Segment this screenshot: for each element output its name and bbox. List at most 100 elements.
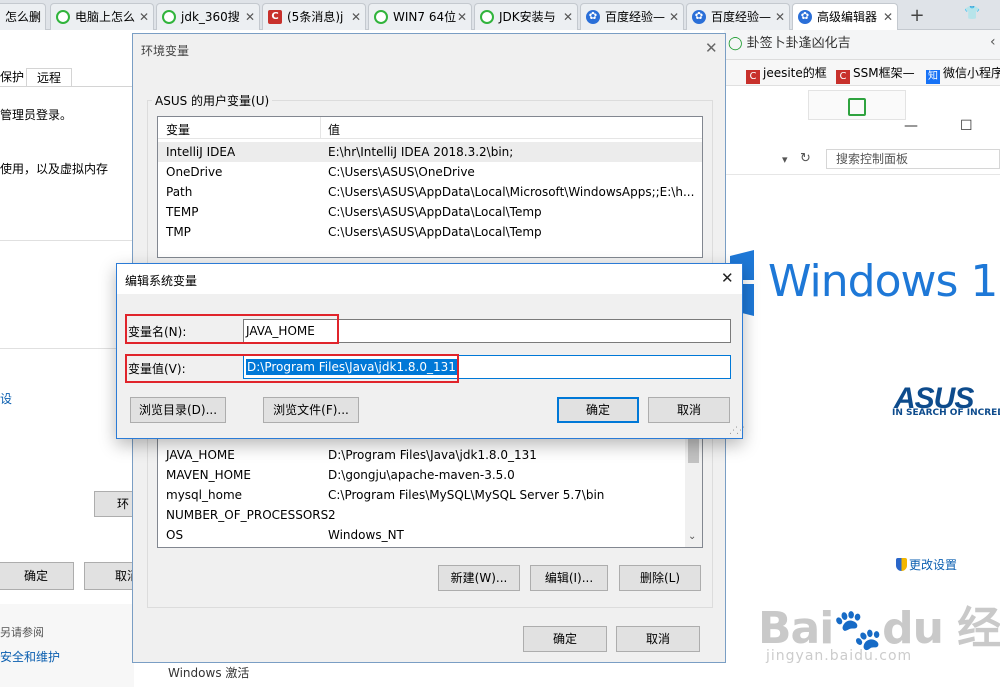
column-header-value[interactable]: 值 — [328, 121, 340, 138]
variable-value: C:\Users\ASUS\AppData\Local\Temp — [328, 225, 542, 239]
close-icon[interactable]: ✕ — [669, 4, 679, 30]
new-tab-button[interactable]: + — [902, 5, 932, 27]
bookmark-item[interactable]: Cjeesite的框 — [746, 64, 827, 84]
tab-label: 百度经验— — [605, 10, 666, 24]
address-value: 卦签卜卦逢凶化吉 — [746, 36, 851, 51]
settings-link[interactable]: 设 — [0, 390, 12, 407]
user-variables-list[interactable]: 变量 值 IntelliJ IDEA E:\hr\IntelliJ IDEA 2… — [157, 116, 703, 258]
table-row[interactable]: OneDrive C:\Users\ASUS\OneDrive — [158, 162, 702, 182]
browser-tab[interactable]: 怎么删 ✕ — [0, 3, 46, 30]
cancel-button[interactable]: 取消 — [84, 562, 134, 590]
bookmark-item[interactable]: 知微信小程序 — [926, 64, 1000, 84]
variable-name: NUMBER_OF_PROCESSORS — [166, 508, 329, 522]
resize-grip-icon[interactable]: ⋰⋰ — [729, 426, 745, 436]
tab-remote[interactable]: 远程 — [26, 68, 73, 86]
tab-label: JDK安装与 — [499, 10, 556, 24]
baidu-watermark: Bai🐾du 经验 — [758, 603, 1000, 654]
csdn-icon: C — [746, 70, 760, 84]
table-row[interactable]: OS Windows_NT — [158, 525, 702, 545]
edit-variable-button[interactable]: 编辑(I)... — [530, 565, 608, 591]
close-icon[interactable]: ✕ — [775, 4, 785, 30]
browser-tab[interactable]: JDK安装与 ✕ — [474, 3, 578, 30]
variable-name: TEMP — [166, 205, 199, 219]
close-icon[interactable]: ✕ — [705, 39, 718, 57]
new-variable-button[interactable]: 新建(W)... — [438, 565, 520, 591]
table-row[interactable]: mysql_home C:\Program Files\MySQL\MySQL … — [158, 485, 702, 505]
windows-brand-text: Windows 10 — [768, 256, 1000, 307]
browser-tab[interactable]: WIN7 64位 ✕ — [368, 3, 472, 30]
browser-tab[interactable]: 电脑上怎么 ✕ — [50, 3, 154, 30]
minimize-icon[interactable]: — — [904, 118, 918, 134]
variable-name: OneDrive — [166, 165, 223, 179]
close-icon[interactable]: ✕ — [351, 4, 361, 30]
table-row[interactable]: TMP C:\Users\ASUS\AppData\Local\Temp — [158, 222, 702, 242]
browser-tab[interactable]: ✿ 百度经验— ✕ — [580, 3, 684, 30]
table-row[interactable]: NUMBER_OF_PROCESSORS 2 — [158, 505, 702, 525]
chevron-down-icon[interactable]: ⌄ — [688, 531, 696, 542]
delete-variable-button[interactable]: 删除(L) — [619, 565, 701, 591]
close-icon[interactable]: ✕ — [139, 4, 149, 30]
scrollbar[interactable]: ⌄ — [685, 431, 702, 547]
address-text[interactable]: ◯ 卦签卜卦逢凶化吉 — [728, 32, 851, 51]
variable-value: C:\Users\ASUS\OneDrive — [328, 165, 475, 179]
browser-tab[interactable]: jdk_360搜 ✕ — [156, 3, 260, 30]
divider — [0, 240, 132, 241]
baidu-watermark-url: jingyan.baidu.com — [766, 648, 913, 664]
table-row[interactable]: Path C:\Users\ASUS\AppData\Local\Microso… — [158, 182, 702, 202]
refresh-icon[interactable]: ↻ — [800, 151, 811, 166]
close-icon[interactable]: ✕ — [721, 269, 734, 287]
variable-name: IntelliJ IDEA — [166, 145, 236, 159]
table-row[interactable]: MAVEN_HOME D:\gongju\apache-maven-3.5.0 — [158, 465, 702, 485]
cancel-button[interactable]: 取消 — [648, 397, 730, 423]
csdn-icon: C — [836, 70, 850, 84]
table-row[interactable]: IntelliJ IDEA E:\hr\IntelliJ IDEA 2018.3… — [158, 142, 702, 162]
variable-value: 2 — [328, 508, 336, 522]
dialog-titlebar[interactable] — [117, 264, 742, 294]
column-divider[interactable] — [320, 117, 321, 139]
360-browser-icon — [480, 10, 494, 24]
table-row[interactable]: TEMP C:\Users\ASUS\AppData\Local\Temp — [158, 202, 702, 222]
ok-button[interactable]: 确定 — [0, 562, 74, 590]
oem-tagline: IN SEARCH OF INCREDIBLE — [892, 408, 1000, 418]
browse-file-button[interactable]: 浏览文件(F)... — [263, 397, 359, 423]
ok-button[interactable]: 确定 — [557, 397, 639, 423]
cancel-button[interactable]: 取消 — [616, 626, 700, 652]
close-icon[interactable]: ✕ — [883, 4, 893, 30]
maximize-icon[interactable]: ☐ — [960, 118, 973, 134]
chevron-icon[interactable]: ‹ — [990, 34, 996, 50]
browser-tab[interactable]: C (5条消息)j ✕ — [262, 3, 366, 30]
variable-name: mysql_home — [166, 488, 243, 502]
skin-icon[interactable]: 👕 — [964, 6, 980, 21]
close-icon[interactable]: ✕ — [457, 4, 467, 30]
baidu-paw-icon: ✿ — [586, 10, 600, 24]
baidu-paw-icon: ✿ — [692, 10, 706, 24]
see-also-panel — [0, 604, 134, 687]
table-row[interactable]: JAVA_HOME D:\Program Files\Java\jdk1.8.0… — [158, 445, 702, 465]
close-icon[interactable]: ✕ — [245, 4, 255, 30]
environment-variables-button[interactable]: 环 — [94, 491, 134, 517]
search-input[interactable]: 搜索控制面板 — [826, 149, 1000, 169]
usage-note: 使用，以及虚拟内存 — [0, 162, 109, 176]
security-link[interactable]: 安全和维护 — [0, 648, 60, 665]
ok-button[interactable]: 确定 — [523, 626, 607, 652]
scrollbar-thumb[interactable] — [688, 437, 699, 463]
uac-shield-icon — [896, 558, 907, 571]
csdn-icon: C — [268, 10, 282, 24]
windows-activation-link[interactable]: Windows 激活 — [168, 664, 249, 681]
browser-tab-active[interactable]: ✿ 高级编辑器 ✕ — [792, 3, 898, 30]
variable-name: OS — [166, 528, 184, 542]
close-icon[interactable]: ✕ — [31, 4, 41, 30]
browse-directory-button[interactable]: 浏览目录(D)... — [130, 397, 226, 423]
close-icon[interactable]: ✕ — [563, 4, 573, 30]
variable-value: D:\Program Files\Java\jdk1.8.0_131 — [328, 448, 537, 462]
variable-value: E:\hr\IntelliJ IDEA 2018.3.2\bin; — [328, 145, 514, 159]
system-variables-list[interactable]: JAVA_HOME D:\Program Files\Java\jdk1.8.0… — [157, 430, 703, 548]
change-settings-link[interactable]: 更改设置 — [896, 556, 957, 573]
browser-tab[interactable]: ✿ 百度经验— ✕ — [686, 3, 790, 30]
variable-value: C:\Users\ASUS\AppData\Local\Temp — [328, 205, 542, 219]
column-header-variable[interactable]: 变量 — [166, 121, 190, 138]
tab-system-protection[interactable]: 保护 — [0, 68, 24, 85]
bookmark-item[interactable]: C SSM框架— — [836, 64, 915, 84]
chevron-down-icon[interactable]: ▾ — [782, 153, 788, 166]
variable-value: Windows_NT — [328, 528, 404, 542]
